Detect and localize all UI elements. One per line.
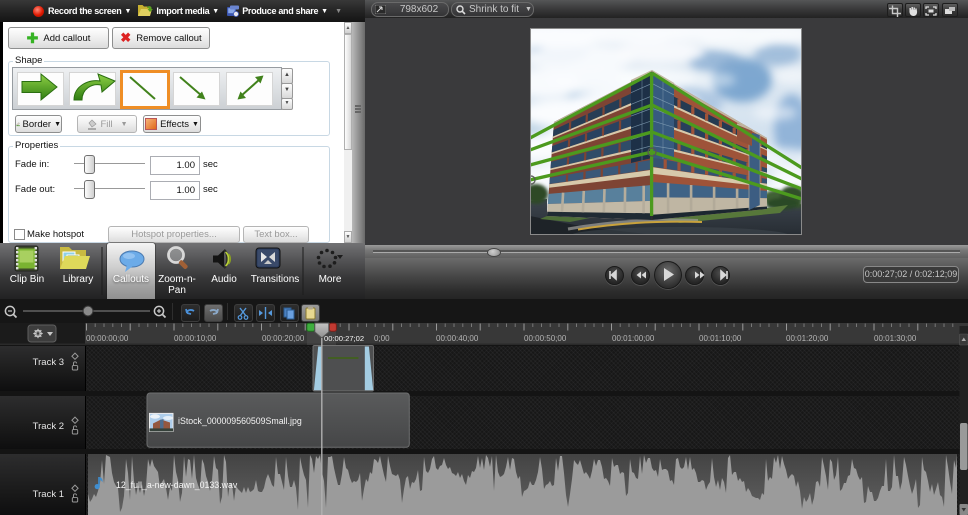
svg-text:iStock_000009560509Small.jpg: iStock_000009560509Small.jpg	[178, 416, 302, 426]
svg-text:0;00: 0;00	[374, 334, 390, 343]
svg-text:00:00:00;00: 00:00:00;00	[86, 334, 129, 343]
svg-text:00:00:27;02: 00:00:27;02	[324, 334, 364, 343]
svg-text:00:00:20;00: 00:00:20;00	[262, 334, 305, 343]
svg-text:00:00:10;00: 00:00:10;00	[174, 334, 217, 343]
svg-text:00:01:20;00: 00:01:20;00	[786, 334, 829, 343]
svg-text:00:01:30;00: 00:01:30;00	[874, 334, 917, 343]
svg-text:00:01:10;00: 00:01:10;00	[699, 334, 742, 343]
svg-text:00:01:00;00: 00:01:00;00	[612, 334, 655, 343]
svg-text:00:00:40;00: 00:00:40;00	[436, 334, 479, 343]
svg-text:12_full_a-new-dawn_0133.wav: 12_full_a-new-dawn_0133.wav	[116, 480, 238, 490]
svg-text:00:00:50;00: 00:00:50;00	[524, 334, 567, 343]
